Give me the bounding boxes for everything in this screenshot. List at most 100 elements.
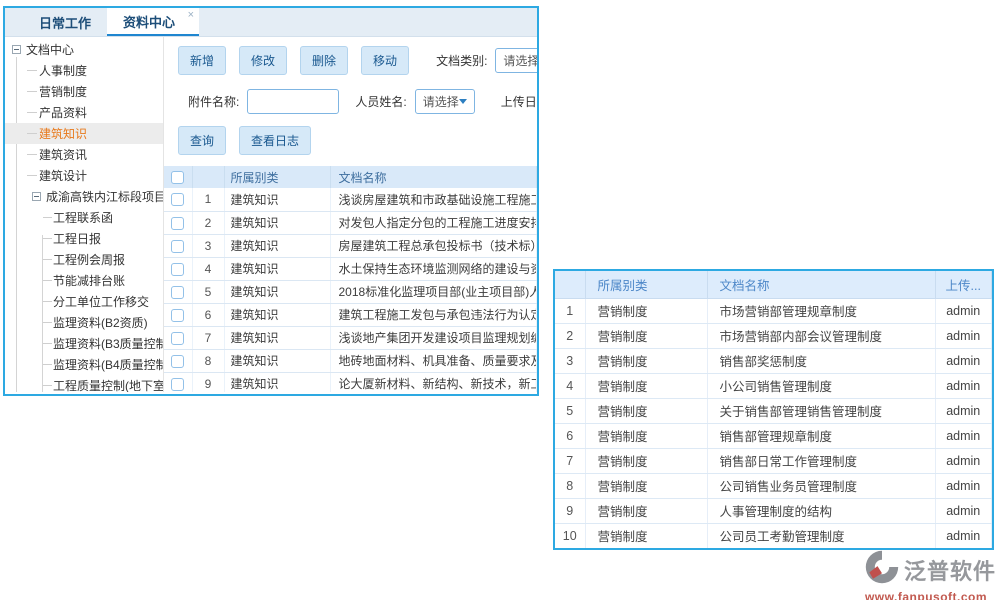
table-row[interactable]: 9 建筑知识 论大厦新材料、新结构、新技术，新工...: [164, 372, 537, 392]
row-checkbox[interactable]: [171, 263, 184, 276]
table-row[interactable]: 7 建筑知识 浅谈地产集团开发建设项目监理规划编...: [164, 326, 537, 349]
row-checkbox[interactable]: [171, 332, 184, 345]
select-all-checkbox[interactable]: [171, 171, 184, 184]
table-row[interactable]: 10 营销制度 公司员工考勤管理制度 admin: [555, 523, 992, 548]
row-category: 营销制度: [585, 298, 707, 323]
row-category: 建筑知识: [224, 326, 330, 349]
tree-item[interactable]: 工程日报: [5, 228, 163, 249]
row-number: 9: [192, 372, 224, 392]
tree-root-project[interactable]: 成渝高铁内江标段项目: [5, 186, 163, 207]
row-checkbox[interactable]: [171, 378, 184, 391]
tree-item-label: 节能减排台账: [53, 272, 125, 289]
tree-item[interactable]: 监理资料(B3质量控制): [5, 333, 163, 354]
row-checkbox[interactable]: [171, 217, 184, 230]
row-number: 3: [555, 348, 585, 373]
checkbox-cell: [164, 280, 192, 303]
tree-level2-list: 工程联系函 工程日报 工程例会周报 节能减排台账: [5, 207, 163, 392]
brand-name: 泛普软件: [904, 554, 996, 586]
row-number: 8: [192, 349, 224, 372]
row-number: 1: [555, 298, 585, 323]
row-doc-name: 销售部日常工作管理制度: [707, 448, 935, 473]
row-uploader: admin: [935, 448, 992, 473]
category-column-header: 所属别类: [224, 166, 330, 188]
tree-item-label: 营销制度: [39, 83, 87, 100]
attachment-name-input[interactable]: [247, 89, 339, 114]
row-number: 9: [555, 498, 585, 523]
table-row[interactable]: 3 营销制度 销售部奖惩制度 admin: [555, 348, 992, 373]
person-name-label: 人员姓名:: [355, 93, 406, 110]
edit-button[interactable]: 修改: [239, 46, 287, 75]
tree-item[interactable]: 监理资料(B4质量控制): [5, 354, 163, 375]
table-row[interactable]: 5 建筑知识 2018标准化监理项目部(业主项目部)人员...: [164, 280, 537, 303]
row-category: 建筑知识: [224, 303, 330, 326]
table-row[interactable]: 8 营销制度 公司销售业务员管理制度 admin: [555, 473, 992, 498]
tab-daily-work[interactable]: 日常工作: [23, 8, 107, 36]
collapse-icon[interactable]: [32, 192, 41, 201]
row-uploader: admin: [935, 298, 992, 323]
delete-button[interactable]: 删除: [300, 46, 348, 75]
table-row[interactable]: 1 建筑知识 浅谈房屋建筑和市政基础设施工程施工...: [164, 188, 537, 211]
tree-item[interactable]: 工程联系函: [5, 207, 163, 228]
table-row[interactable]: 9 营销制度 人事管理制度的结构 admin: [555, 498, 992, 523]
tree-item[interactable]: 监理资料(B2资质): [5, 312, 163, 333]
row-doc-name: 公司销售业务员管理制度: [707, 473, 935, 498]
row-uploader: admin: [935, 373, 992, 398]
row-checkbox[interactable]: [171, 240, 184, 253]
table-row[interactable]: 3 建筑知识 房屋建筑工程总承包投标书（技术标）...: [164, 234, 537, 257]
row-checkbox[interactable]: [171, 355, 184, 368]
row-checkbox[interactable]: [171, 309, 184, 322]
table-row[interactable]: 2 营销制度 市场营销部内部会议管理制度 admin: [555, 323, 992, 348]
add-button[interactable]: 新增: [178, 46, 226, 75]
row-number: 1: [192, 188, 224, 211]
table-row[interactable]: 2 建筑知识 对发包人指定分包的工程施工进度安排...: [164, 211, 537, 234]
tree-item[interactable]: 建筑知识: [5, 123, 163, 144]
tree-item[interactable]: 工程例会周报: [5, 249, 163, 270]
table-row[interactable]: 8 建筑知识 地砖地面材料、机具准备、质量要求及...: [164, 349, 537, 372]
table-row[interactable]: 5 营销制度 关于销售部管理销售管理制度 admin: [555, 398, 992, 423]
tree-item[interactable]: 建筑设计: [5, 165, 163, 186]
tree-item[interactable]: 产品资料: [5, 102, 163, 123]
tree-root-label: 成渝高铁内江标段项目: [46, 188, 164, 205]
row-category: 营销制度: [585, 398, 707, 423]
screen: 日常工作 资料中心 × 文档中心 人事制度: [0, 0, 1000, 600]
collapse-icon[interactable]: [12, 45, 21, 54]
row-number: 7: [555, 448, 585, 473]
tree-item[interactable]: 建筑资讯: [5, 144, 163, 165]
tree-item[interactable]: 分工单位工作移交: [5, 291, 163, 312]
row-uploader: admin: [935, 398, 992, 423]
row-checkbox[interactable]: [171, 286, 184, 299]
checkbox-cell: [164, 188, 192, 211]
close-icon[interactable]: ×: [188, 9, 194, 21]
row-number: 7: [192, 326, 224, 349]
row-doc-name: 房屋建筑工程总承包投标书（技术标）...: [330, 234, 537, 257]
row-doc-name: 水土保持生态环境监测网络的建设与资...: [330, 257, 537, 280]
tree-item[interactable]: 营销制度: [5, 81, 163, 102]
table-row[interactable]: 7 营销制度 销售部日常工作管理制度 admin: [555, 448, 992, 473]
tree-item-label: 产品资料: [39, 104, 87, 121]
doc-category-select[interactable]: 请选择: [495, 48, 537, 73]
row-doc-name: 论大厦新材料、新结构、新技术，新工...: [330, 372, 537, 392]
move-button[interactable]: 移动: [361, 46, 409, 75]
tree-item-label: 建筑资讯: [39, 146, 87, 163]
table-row[interactable]: 4 建筑知识 水土保持生态环境监测网络的建设与资...: [164, 257, 537, 280]
tree-item[interactable]: 工程质量控制(地下室): [5, 375, 163, 392]
row-doc-name: 建筑工程施工发包与承包违法行为认定...: [330, 303, 537, 326]
person-name-select[interactable]: 请选择: [415, 89, 475, 114]
table-row[interactable]: 4 营销制度 小公司销售管理制度 admin: [555, 373, 992, 398]
tab-data-center[interactable]: 资料中心 ×: [107, 8, 199, 36]
row-number: 2: [555, 323, 585, 348]
row-uploader: admin: [935, 523, 992, 548]
tree-item[interactable]: 节能减排台账: [5, 270, 163, 291]
checkbox-cell: [164, 349, 192, 372]
table-row[interactable]: 6 建筑知识 建筑工程施工发包与承包违法行为认定...: [164, 303, 537, 326]
query-button[interactable]: 查询: [178, 126, 226, 155]
tree-root-document-center[interactable]: 文档中心: [5, 39, 163, 60]
row-number: 4: [555, 373, 585, 398]
row-checkbox[interactable]: [171, 193, 184, 206]
table-row[interactable]: 6 营销制度 销售部管理规章制度 admin: [555, 423, 992, 448]
tree-item-label: 建筑设计: [39, 167, 87, 184]
tree-item-label: 工程联系函: [53, 209, 113, 226]
table-row[interactable]: 1 营销制度 市场营销部管理规章制度 admin: [555, 298, 992, 323]
view-log-button[interactable]: 查看日志: [239, 126, 311, 155]
tree-item[interactable]: 人事制度: [5, 60, 163, 81]
